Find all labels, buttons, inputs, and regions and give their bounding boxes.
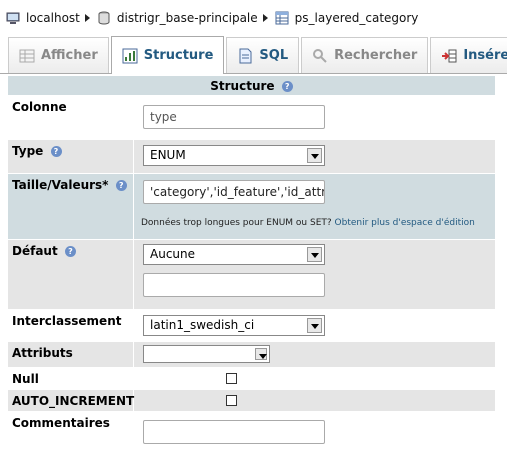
row-taille: Taille/Valeurs* ? 'category','id_feature…	[8, 174, 495, 240]
row-defaut: Défaut ? Aucune	[8, 240, 495, 310]
colonne-label: Colonne	[8, 96, 134, 139]
breadcrumb: localhost distrigr_base-principale ps_la…	[0, 0, 507, 36]
row-attributs: Attributs	[8, 342, 495, 368]
tab-structure[interactable]: Structure	[110, 36, 225, 74]
search-icon	[313, 48, 327, 63]
chevron-down-icon	[307, 318, 322, 333]
tab-rechercher[interactable]: Rechercher	[301, 37, 429, 73]
tab-bar: Afficher Structure SQL Rechercher Insére	[0, 36, 507, 74]
form-header-label: Structure	[210, 79, 275, 93]
interclassement-select[interactable]: latin1_swedish_ci	[143, 315, 325, 336]
taille-label-cell: Taille/Valeurs* ?	[8, 174, 134, 239]
help-icon[interactable]: ?	[115, 180, 127, 191]
help-icon[interactable]: ?	[50, 146, 62, 157]
help-icon[interactable]: ?	[281, 81, 293, 92]
breadcrumb-table[interactable]: ps_layered_category	[275, 11, 419, 25]
taille-note-text: Données trop longues pour ENUM ou SET?	[141, 218, 332, 228]
defaut-select[interactable]: Aucune	[143, 244, 325, 265]
row-type: Type ? ENUM	[8, 140, 495, 174]
breadcrumb-table-label: ps_layered_category	[294, 11, 419, 25]
more-space-link[interactable]: Obtenir plus d'espace d'édition	[335, 218, 475, 228]
auto-increment-checkbox[interactable]	[226, 395, 237, 406]
chevron-down-icon	[307, 148, 322, 163]
tab-rechercher-label: Rechercher	[334, 48, 418, 63]
tab-structure-label: Structure	[143, 48, 214, 63]
interclassement-select-value: latin1_swedish_ci	[150, 318, 255, 332]
attributs-select[interactable]	[143, 345, 270, 363]
tab-sql-label: SQL	[259, 48, 289, 63]
tab-afficher-label: Afficher	[41, 48, 98, 63]
type-select-value: ENUM	[150, 148, 186, 162]
chevron-down-icon	[307, 247, 322, 262]
taille-note: Données trop longues pour ENUM ou SET? O…	[141, 218, 475, 228]
table-browse-icon	[19, 49, 35, 62]
interclassement-label: Interclassement	[8, 310, 134, 341]
breadcrumb-server-label: localhost	[26, 11, 80, 25]
type-label-cell: Type ?	[8, 140, 134, 173]
null-checkbox[interactable]	[226, 373, 237, 384]
attributs-label: Attributs	[8, 342, 134, 367]
chevron-down-icon	[255, 348, 267, 360]
form-header: Structure ?	[8, 76, 495, 96]
insert-icon	[442, 49, 457, 62]
defaut-select-value: Aucune	[150, 247, 196, 261]
defaut-label: Défaut	[12, 244, 58, 258]
row-interclassement: Interclassement latin1_swedish_ci	[8, 310, 495, 342]
tab-inserer[interactable]: Insérer	[430, 37, 507, 73]
colonne-input[interactable]: type	[143, 105, 325, 129]
help-icon[interactable]: ?	[64, 246, 76, 257]
tab-afficher[interactable]: Afficher	[8, 37, 109, 73]
structure-icon	[122, 48, 138, 63]
commentaires-input[interactable]	[143, 420, 325, 444]
table-icon	[275, 11, 289, 25]
breadcrumb-database[interactable]: distrigr_base-principale	[97, 11, 258, 25]
commentaires-label: Commentaires	[8, 412, 134, 453]
defaut-value-input[interactable]	[143, 273, 325, 297]
row-null: Null	[8, 368, 495, 390]
type-select[interactable]: ENUM	[143, 145, 325, 166]
column-structure-form: Structure ? Colonne type Type ? ENUM Tai…	[8, 76, 495, 454]
row-commentaires: Commentaires	[8, 412, 495, 454]
server-icon	[6, 12, 20, 24]
breadcrumb-database-label: distrigr_base-principale	[116, 11, 258, 25]
auto-increment-label: AUTO_INCREMENT	[8, 390, 134, 411]
taille-label: Taille/Valeurs*	[12, 178, 109, 192]
row-colonne: Colonne type	[8, 96, 495, 140]
taille-input[interactable]: 'category','id_feature','id_attribute'	[143, 180, 325, 204]
breadcrumb-separator-icon	[262, 14, 268, 22]
tab-inserer-label: Insérer	[463, 48, 507, 63]
tab-sql[interactable]: SQL	[226, 37, 300, 73]
defaut-label-cell: Défaut ?	[8, 240, 134, 309]
row-auto-increment: AUTO_INCREMENT	[8, 390, 495, 412]
type-label: Type	[12, 144, 44, 158]
database-icon	[98, 11, 110, 25]
breadcrumb-server[interactable]: localhost	[6, 11, 80, 25]
sql-icon	[239, 48, 252, 63]
breadcrumb-separator-icon	[84, 14, 90, 22]
null-label: Null	[8, 368, 134, 389]
